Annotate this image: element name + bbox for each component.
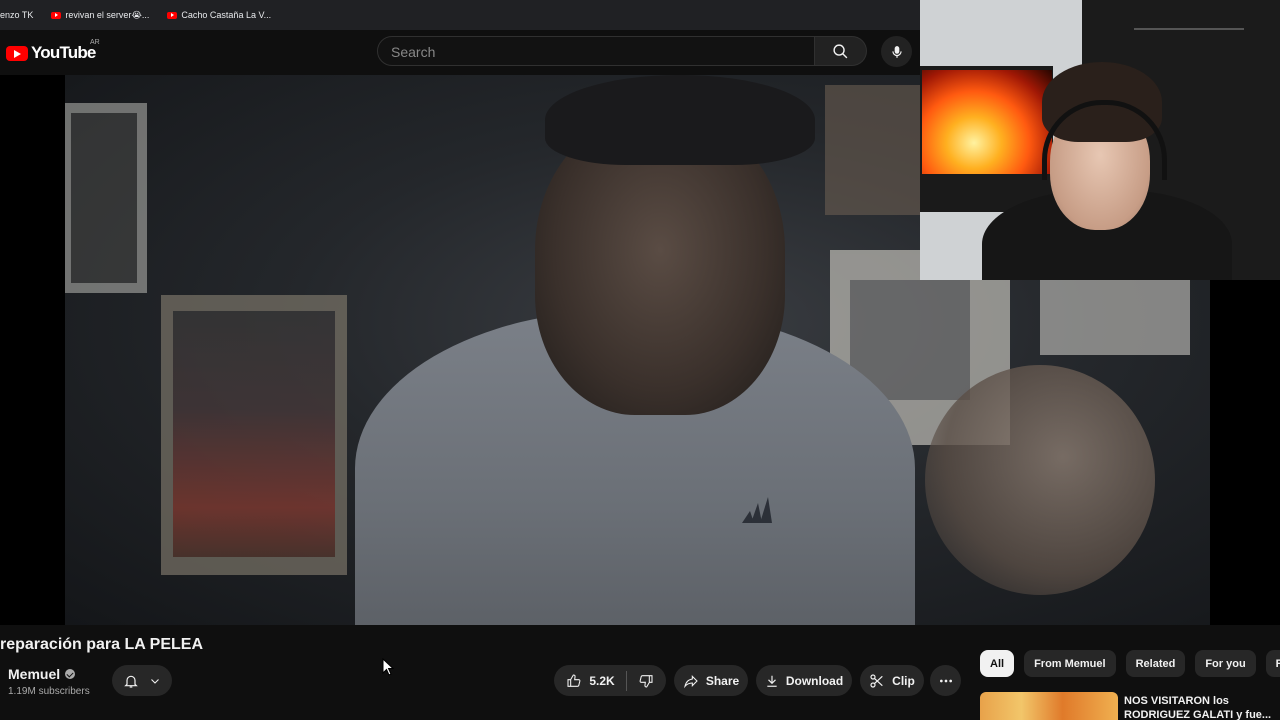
verified-icon bbox=[65, 669, 76, 679]
dislike-icon[interactable] bbox=[638, 673, 654, 689]
like-count[interactable]: 5.2K bbox=[589, 674, 614, 688]
bookmarks-bar: enzo TK revivan el server😭... Cacho Cast… bbox=[0, 0, 920, 30]
shirt-logo-icon bbox=[742, 497, 772, 523]
webcam-overlay bbox=[920, 0, 1280, 280]
clip-button[interactable]: Clip bbox=[860, 665, 924, 696]
bell-icon bbox=[124, 675, 138, 688]
recommendation-title[interactable]: NOS VISITARON los RODRIGUEZ GALATI y fue… bbox=[1124, 694, 1274, 720]
bookmark-item[interactable]: Cacho Castaña La V... bbox=[167, 10, 271, 20]
more-actions-button[interactable] bbox=[930, 665, 961, 696]
youtube-favicon-icon bbox=[167, 11, 178, 19]
search-placeholder: Search bbox=[391, 44, 436, 60]
search-button[interactable] bbox=[815, 36, 867, 66]
bookmark-label: revivan el server😭... bbox=[65, 9, 150, 20]
chip-for-you[interactable]: For you bbox=[1195, 650, 1256, 677]
chip-all[interactable]: All bbox=[980, 650, 1015, 677]
country-code: AR bbox=[90, 39, 100, 46]
divider bbox=[625, 670, 627, 691]
video-title: reparación para LA PELEA bbox=[0, 636, 204, 653]
voice-search-button[interactable] bbox=[881, 36, 912, 67]
search-icon bbox=[833, 43, 848, 58]
recommendation-item[interactable]: NOS VISITARON los RODRIGUEZ GALATI y fue… bbox=[980, 690, 1280, 720]
search-input[interactable]: Search bbox=[377, 36, 815, 66]
youtube-logo-icon bbox=[6, 45, 28, 61]
clip-icon bbox=[870, 673, 883, 688]
person-cap bbox=[545, 75, 815, 165]
chevron-down-icon bbox=[151, 678, 159, 684]
logo-text: YouTube bbox=[31, 43, 96, 62]
person-hand bbox=[925, 365, 1155, 595]
notification-button[interactable] bbox=[112, 665, 172, 696]
share-button[interactable]: Share bbox=[674, 665, 748, 696]
more-icon bbox=[939, 679, 952, 682]
like-icon[interactable] bbox=[566, 673, 582, 689]
youtube-logo[interactable]: YouTube AR bbox=[6, 39, 100, 63]
bookmark-item[interactable]: enzo TK bbox=[0, 10, 33, 20]
chip-truncated[interactable]: R bbox=[1265, 650, 1280, 677]
clip-label: Clip bbox=[892, 673, 915, 688]
youtube-favicon-icon bbox=[51, 11, 62, 19]
wall-poster bbox=[161, 295, 347, 575]
subscriber-count: 1.19M subscribers bbox=[8, 686, 90, 697]
download-icon bbox=[767, 675, 777, 687]
filter-chips: All From Memuel Related For you R bbox=[980, 650, 1280, 677]
share-label: Share bbox=[705, 673, 740, 688]
mic-icon bbox=[891, 45, 902, 58]
channel-name[interactable]: Memuel bbox=[8, 666, 60, 682]
bookmark-item[interactable]: revivan el server😭... bbox=[51, 10, 149, 21]
share-icon bbox=[683, 674, 698, 688]
wall-poster bbox=[65, 103, 147, 293]
download-button[interactable]: Download bbox=[756, 665, 852, 696]
fireplace-screen bbox=[920, 66, 1053, 212]
like-dislike-group: 5.2K bbox=[554, 665, 666, 696]
bookmark-label: enzo TK bbox=[0, 10, 34, 20]
download-label: Download bbox=[785, 673, 844, 688]
bookmark-label: Cacho Castaña La V... bbox=[181, 10, 272, 20]
chip-related[interactable]: Related bbox=[1125, 650, 1186, 677]
mouse-cursor-icon bbox=[382, 658, 394, 676]
channel-info: Memuel 1.19M subscribers bbox=[8, 666, 90, 697]
wall-panel bbox=[1040, 275, 1190, 355]
chip-from-channel[interactable]: From Memuel bbox=[1024, 650, 1116, 677]
recommendation-thumbnail[interactable] bbox=[980, 692, 1118, 720]
